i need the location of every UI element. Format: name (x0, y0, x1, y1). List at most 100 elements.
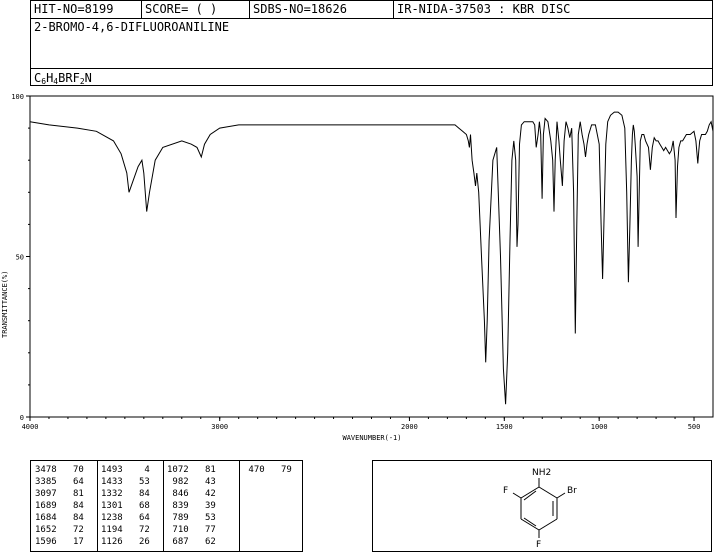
y-axis-label: TRANSMITTANCE(%) (1, 271, 9, 338)
peak-table-row: 1652 72 (35, 524, 105, 536)
peak-table-row: 1194 72 (101, 524, 171, 536)
peak-wavenumber: 1301 (101, 501, 123, 511)
peak-table-row: 1238 64 (101, 512, 171, 524)
peak-transmittance: 70 (56, 465, 84, 475)
peak-table-row: 1596 17 (35, 536, 105, 548)
peak-wavenumber: 1684 (35, 513, 57, 523)
peak-wavenumber: 1433 (101, 477, 123, 487)
peak-transmittance: 72 (56, 525, 84, 535)
peak-wavenumber: 710 (167, 525, 189, 535)
peak-table-row: 1072 81 (167, 464, 237, 476)
peak-wavenumber: 982 (167, 477, 189, 487)
peak-table-row: 470 79 (243, 464, 313, 476)
peak-transmittance: 53 (188, 513, 216, 523)
x-tick-label: 1500 (496, 423, 513, 431)
nh2-label: NH2 (532, 468, 551, 478)
peak-table-row: 1493 4 (101, 464, 171, 476)
plot-frame (29, 95, 714, 418)
y-axis-ticks: 0 50 100 (11, 93, 30, 422)
peak-wavenumber: 1238 (101, 513, 123, 523)
peak-transmittance: 62 (188, 537, 216, 547)
peak-table-column: 3478 70 3385 64 3097 81 1689 84 1684 84 1652 … (35, 464, 105, 548)
peak-wavenumber: 687 (167, 537, 189, 547)
molecular-formula: C6H4BRF2N (34, 71, 92, 86)
x-tick-label: 3000 (211, 423, 228, 431)
peak-transmittance: 72 (122, 525, 150, 535)
peak-table-row: 1126 26 (101, 536, 171, 548)
peak-wavenumber: 1493 (101, 465, 123, 475)
peak-table-row: 1689 84 (35, 500, 105, 512)
peak-table: 3478 70 3385 64 3097 81 1689 84 1684 84 1652 … (30, 460, 303, 552)
hit-number: HIT-NO=8199 (34, 2, 114, 16)
peak-table-row: 687 62 (167, 536, 237, 548)
peak-transmittance: 42 (188, 489, 216, 499)
peak-wavenumber: 1194 (101, 525, 123, 535)
peak-table-row: 1684 84 (35, 512, 105, 524)
peak-transmittance: 84 (56, 501, 84, 511)
compound-name: 2-BROMO-4,6-DIFLUOROANILINE (34, 20, 230, 34)
x-axis-label: WAVENUMBER(-1) (342, 434, 401, 442)
peak-table-row: 710 77 (167, 524, 237, 536)
peak-wavenumber: 470 (243, 465, 265, 475)
peak-transmittance: 4 (122, 465, 150, 475)
peak-transmittance: 53 (122, 477, 150, 487)
peak-table-row: 982 43 (167, 476, 237, 488)
br-label: Br (567, 486, 577, 496)
x-tick-label: 500 (688, 423, 701, 431)
peak-wavenumber: 1652 (35, 525, 57, 535)
peak-transmittance: 84 (122, 489, 150, 499)
peak-table-column: 1493 4 1433 53 1332 84 1301 68 1238 64 1194 7… (101, 464, 171, 548)
peak-table-row: 846 42 (167, 488, 237, 500)
peak-wavenumber: 839 (167, 501, 189, 511)
peak-wavenumber: 1689 (35, 501, 57, 511)
peak-table-row: 789 53 (167, 512, 237, 524)
peak-wavenumber: 1072 (167, 465, 189, 475)
peak-wavenumber: 1126 (101, 537, 123, 547)
peak-transmittance: 39 (188, 501, 216, 511)
peak-transmittance: 17 (56, 537, 84, 547)
x-tick-label: 4000 (22, 423, 39, 431)
y-tick-label: 50 (16, 254, 24, 262)
molecule-structure: NH2 Br F F (503, 468, 577, 550)
x-tick-label: 1000 (591, 423, 608, 431)
f-left-label: F (503, 486, 508, 496)
spectrum-series-line (29, 111, 714, 405)
peak-table-row: 1433 53 (101, 476, 171, 488)
f-bottom-label: F (536, 540, 541, 550)
peak-table-row: 839 39 (167, 500, 237, 512)
peak-wavenumber: 789 (167, 513, 189, 523)
structure-diagram: NH2 Br F F (372, 460, 712, 552)
peak-wavenumber: 3097 (35, 489, 57, 499)
peak-transmittance: 64 (122, 513, 150, 523)
peak-transmittance: 26 (122, 537, 150, 547)
peak-transmittance: 64 (56, 477, 84, 487)
peak-table-row: 3478 70 (35, 464, 105, 476)
peak-transmittance: 77 (188, 525, 216, 535)
ir-spectrum-chart: 0 50 100 4000 3000 2000 1500 1000 500 TRANSMITT… (1, 93, 714, 442)
peak-table-row: 3385 64 (35, 476, 105, 488)
peak-table-column: 470 79 (243, 464, 313, 476)
peak-transmittance: 81 (56, 489, 84, 499)
peak-wavenumber: 3385 (35, 477, 57, 487)
peak-transmittance: 79 (264, 465, 292, 475)
peak-transmittance: 43 (188, 477, 216, 487)
peak-transmittance: 68 (122, 501, 150, 511)
x-axis-ticks: 4000 3000 2000 1500 1000 500 (22, 417, 701, 431)
peak-transmittance: 84 (56, 513, 84, 523)
score: SCORE= ( ) (145, 2, 218, 16)
ir-info: IR-NIDA-37503 : KBR DISC (397, 2, 571, 16)
peak-table-row: 1301 68 (101, 500, 171, 512)
peak-wavenumber: 3478 (35, 465, 57, 475)
peak-table-row: 1332 84 (101, 488, 171, 500)
peak-transmittance: 81 (188, 465, 216, 475)
peak-table-row: 3097 81 (35, 488, 105, 500)
sdbs-number: SDBS-NO=18626 (253, 2, 347, 16)
spectrum-header: HIT-NO=8199 SCORE= ( ) SDBS-NO=18626 IR-… (30, 0, 713, 86)
y-tick-label: 100 (11, 93, 24, 101)
peak-table-column: 1072 81 982 43 846 42 839 39 789 53 710 … (167, 464, 237, 548)
y-tick-label: 0 (20, 414, 24, 422)
peak-wavenumber: 846 (167, 489, 189, 499)
x-tick-label: 2000 (401, 423, 418, 431)
peak-table-separator (239, 461, 240, 551)
peak-wavenumber: 1332 (101, 489, 123, 499)
